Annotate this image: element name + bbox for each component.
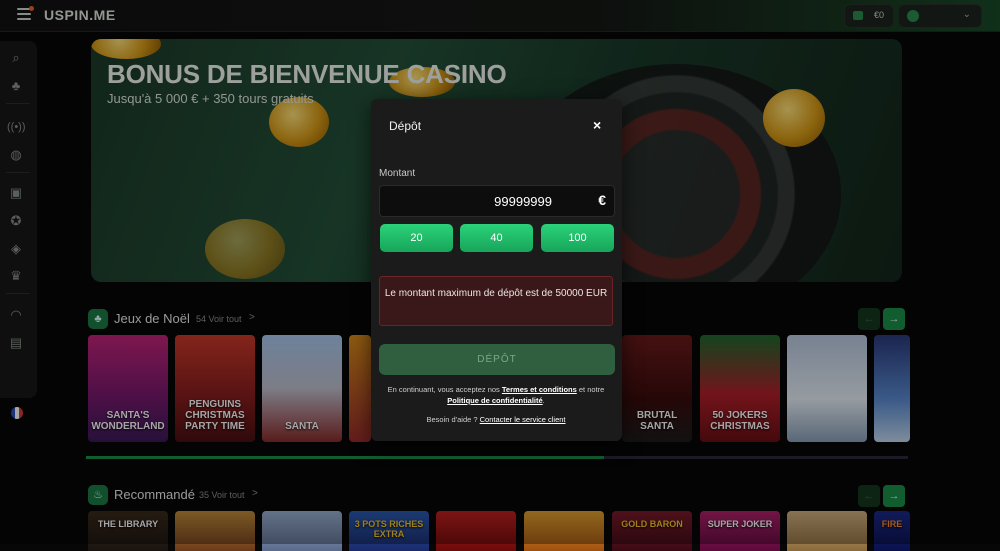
close-icon[interactable]: × xyxy=(593,117,601,133)
currency-symbol: € xyxy=(598,192,606,208)
preset-amount-button[interactable]: 40 xyxy=(460,224,533,252)
terms-text: En continuant, vous acceptez nos Termes … xyxy=(387,385,605,405)
deposit-submit-button[interactable]: DÉPÔT xyxy=(379,344,615,375)
amount-field[interactable]: 99999999 € xyxy=(379,185,615,217)
error-message: Le montant maximum de dépôt est de 50000… xyxy=(379,276,613,326)
deposit-modal: Dépôt × Montant 99999999 € 20 40 100 Le … xyxy=(371,99,622,441)
preset-amount-button[interactable]: 100 xyxy=(541,224,614,252)
privacy-link[interactable]: Politique de confidentialité xyxy=(447,396,542,405)
preset-amount-button[interactable]: 20 xyxy=(380,224,453,252)
help-text: Besoin d'aide ? Contacter le service cli… xyxy=(426,415,566,424)
support-link[interactable]: Contacter le service client xyxy=(480,415,566,424)
amount-value[interactable]: 99999999 xyxy=(494,194,552,209)
modal-title: Dépôt xyxy=(389,119,422,133)
amount-label: Montant xyxy=(379,168,416,179)
terms-link[interactable]: Termes et conditions xyxy=(502,385,577,394)
